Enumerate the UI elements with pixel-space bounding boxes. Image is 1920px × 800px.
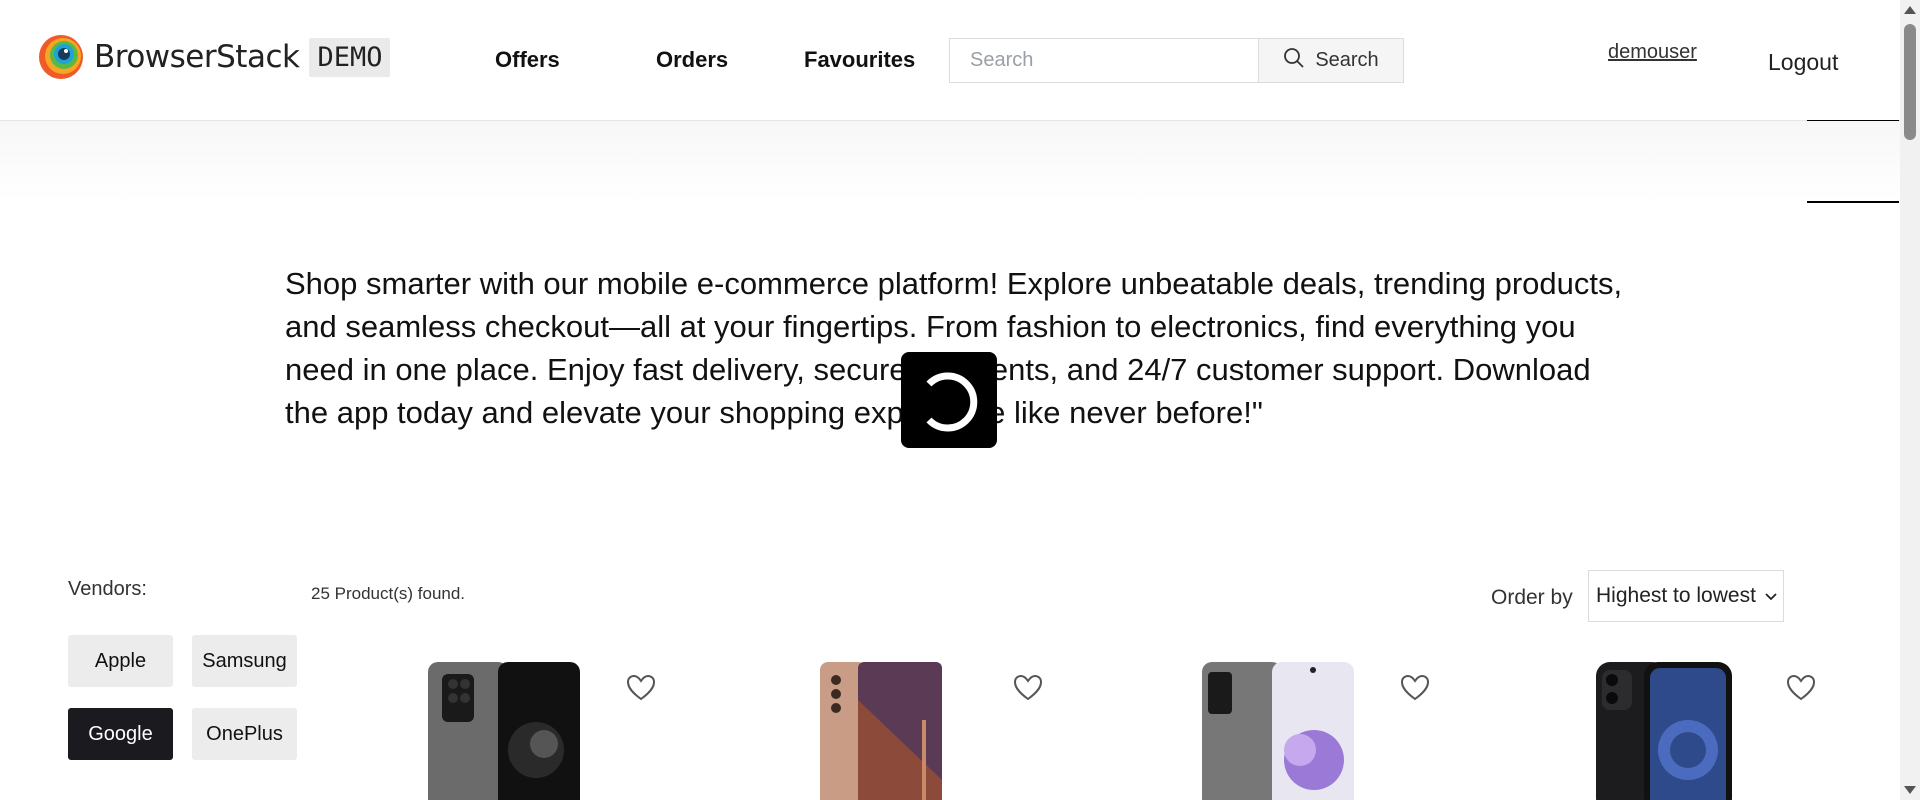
product-image-galaxy-s20-plus[interactable] (1200, 660, 1356, 800)
brand-name: BrowserStack (94, 39, 300, 75)
nav-offers[interactable]: Offers (495, 47, 560, 73)
hero-band (0, 121, 1900, 201)
favourite-heart-icon[interactable] (1013, 674, 1043, 702)
order-by-label: Order by (1491, 586, 1573, 609)
logout-link[interactable]: Logout (1768, 49, 1838, 76)
vendor-samsung-button[interactable]: Samsung (192, 635, 297, 687)
vendor-apple-button[interactable]: Apple (68, 635, 173, 687)
favourite-heart-icon[interactable] (1400, 674, 1430, 702)
order-by-select[interactable]: Highest to lowest (1588, 570, 1784, 622)
browserstack-logo-icon (38, 34, 84, 80)
logo[interactable]: BrowserStack DEMO (38, 34, 391, 80)
vendor-oneplus-button[interactable]: OnePlus (192, 708, 297, 760)
products-found-count: 25 Product(s) found. (311, 584, 466, 603)
username-link[interactable]: demouser (1608, 41, 1697, 64)
search-button-label: Search (1315, 49, 1379, 71)
search-icon (1283, 47, 1305, 75)
search-button[interactable]: Search (1258, 39, 1403, 82)
scroll-down-icon[interactable] (1904, 786, 1916, 794)
scrollbar-thumb[interactable] (1904, 24, 1916, 140)
product-image-galaxy-note20-ultra[interactable] (818, 660, 974, 800)
header: BrowserStack DEMO Offers Orders Favourit… (0, 0, 1900, 121)
demo-badge: DEMO (309, 37, 391, 77)
search-bar: Search (949, 38, 1404, 83)
chevron-down-icon (1764, 584, 1778, 608)
search-input[interactable] (950, 39, 1258, 82)
vendor-google-button[interactable]: Google (68, 708, 173, 760)
favourite-heart-icon[interactable] (1786, 674, 1816, 702)
favourite-heart-icon[interactable] (626, 674, 656, 702)
vendors-label: Vendors: (68, 578, 147, 600)
nav-favourites[interactable]: Favourites (804, 47, 915, 73)
nav-orders[interactable]: Orders (656, 47, 728, 73)
order-by-value: Highest to lowest (1596, 584, 1756, 607)
loading-spinner-icon (901, 352, 997, 448)
page-scrollbar[interactable] (1900, 0, 1920, 800)
scroll-up-icon[interactable] (1904, 6, 1916, 14)
product-image-iphone-12[interactable] (1594, 660, 1750, 800)
product-image-galaxy-s20-ultra[interactable] (426, 660, 582, 800)
